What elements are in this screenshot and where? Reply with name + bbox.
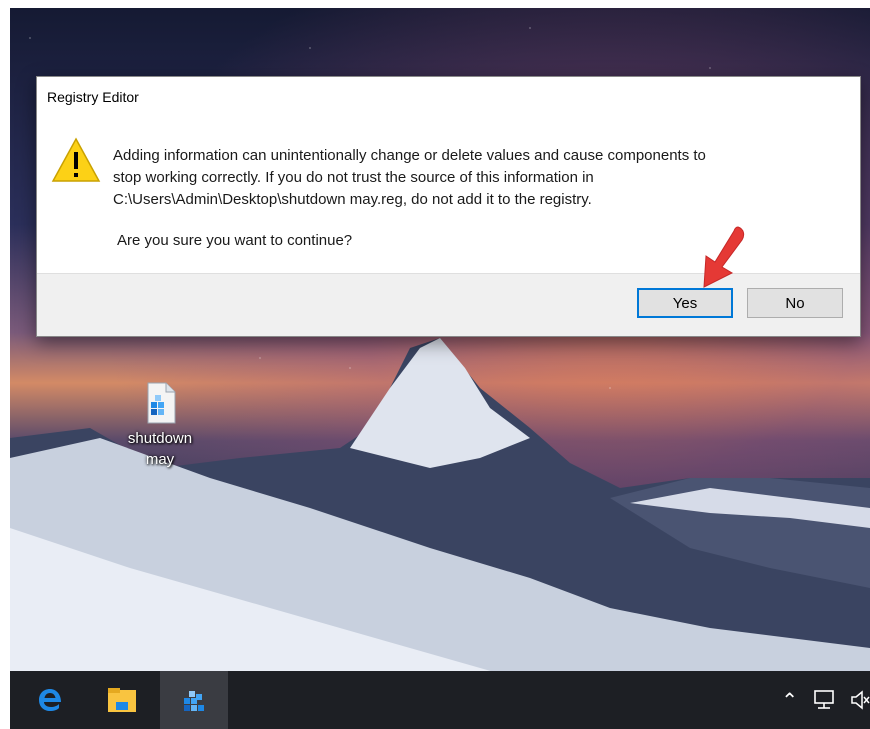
warning-icon	[51, 137, 101, 182]
registry-file-icon	[147, 382, 176, 424]
edge-taskbar-button[interactable]	[22, 671, 78, 729]
system-tray: ⌃	[781, 671, 870, 729]
dialog-title: Registry Editor	[47, 89, 139, 105]
taskbar: ⌃	[10, 671, 870, 729]
desktop-icon-label-line2: may	[145, 451, 175, 468]
message-line-2: stop working correctly. If you do not tr…	[113, 169, 594, 186]
registry-editor-dialog: Registry Editor Adding information can u…	[36, 76, 861, 337]
no-button[interactable]: No	[747, 288, 843, 318]
registry-editor-icon	[184, 691, 204, 711]
file-explorer-icon	[108, 688, 136, 712]
network-icon[interactable]	[812, 689, 836, 711]
registry-editor-taskbar-button[interactable]	[160, 671, 228, 729]
chevron-up-icon[interactable]: ⌃	[781, 688, 798, 712]
message-line-1: Adding information can unintentionally c…	[113, 147, 706, 164]
volume-muted-icon[interactable]	[850, 689, 870, 711]
dialog-question: Are you sure you want to continue?	[117, 232, 353, 249]
file-explorer-taskbar-button[interactable]	[94, 671, 150, 729]
yes-button[interactable]: Yes	[637, 288, 733, 318]
dialog-message: Adding information can unintentionally c…	[113, 145, 843, 211]
desktop-icon-label-line1: shutdown	[127, 430, 193, 447]
message-line-3: C:\Users\Admin\Desktop\shutdown may.reg,…	[113, 191, 592, 208]
edge-icon	[39, 689, 61, 711]
desktop-file-shutdown-may[interactable]: shutdown may	[110, 382, 210, 470]
red-pointer-arrow-icon	[703, 226, 745, 288]
